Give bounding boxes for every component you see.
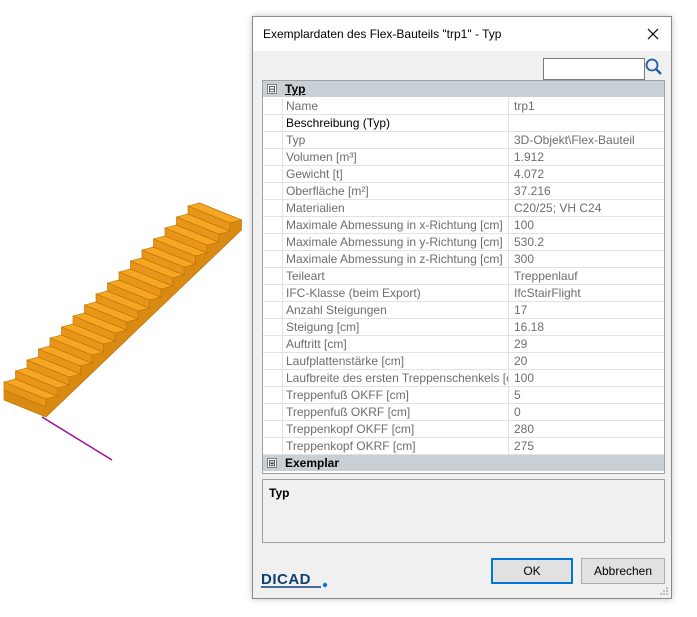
property-value[interactable]: 1.912	[508, 149, 664, 165]
property-value[interactable]: 3D-Objekt\Flex-Bauteil	[508, 132, 664, 148]
property-name: Treppenkopf OKFF [cm]	[282, 421, 508, 437]
property-name: Treppenfuß OKRF [cm]	[282, 404, 508, 420]
property-name: IFC-Klasse (beim Export)	[282, 285, 508, 301]
property-row[interactable]: Laufbreite des ersten Treppenschenkels […	[263, 370, 664, 387]
section-exemplar[interactable]: ⊞ Exemplar	[263, 455, 664, 471]
property-value[interactable]	[508, 115, 664, 131]
search-input[interactable]	[543, 58, 645, 80]
property-name: Volumen [m³]	[282, 149, 508, 165]
properties-dialog: Exemplardaten des Flex-Bauteils "trp1" -…	[252, 16, 672, 599]
property-row[interactable]: IFC-Klasse (beim Export) IfcStairFlight	[263, 285, 664, 302]
property-name: Materialien	[282, 200, 508, 216]
property-row[interactable]: Oberfläche [m²] 37.216	[263, 183, 664, 200]
property-value[interactable]: IfcStairFlight	[508, 285, 664, 301]
property-name: Maximale Abmessung in x-Richtung [cm]	[282, 217, 508, 233]
property-name: Anzahl Steigungen	[282, 302, 508, 318]
resize-grip-icon[interactable]	[659, 586, 669, 596]
property-name: Typ	[282, 132, 508, 148]
property-row[interactable]: Volumen [m³] 1.912	[263, 149, 664, 166]
property-row[interactable]: Auftritt [cm] 29	[263, 336, 664, 353]
property-name: Auftritt [cm]	[282, 336, 508, 352]
property-value[interactable]: 5	[508, 387, 664, 403]
property-name: Maximale Abmessung in z-Richtung [cm]	[282, 251, 508, 267]
property-row[interactable]: Treppenfuß OKFF [cm] 5	[263, 387, 664, 404]
property-row[interactable]: Beschreibung (Typ)	[263, 115, 664, 132]
property-row[interactable]: Name trp1	[263, 98, 664, 115]
property-row[interactable]: Maximale Abmessung in x-Richtung [cm] 100	[263, 217, 664, 234]
axis-line	[41, 416, 113, 461]
property-row[interactable]: Materialien C20/25; VH C24	[263, 200, 664, 217]
property-value[interactable]: 20	[508, 353, 664, 369]
property-name: Steigung [cm]	[282, 319, 508, 335]
section-label: Exemplar	[285, 456, 340, 470]
property-value[interactable]: 280	[508, 421, 664, 437]
close-button[interactable]	[635, 17, 671, 51]
stair-3d-view[interactable]	[0, 140, 250, 470]
collapse-icon[interactable]: ⊟	[267, 84, 277, 94]
search-button[interactable]	[644, 57, 664, 77]
close-icon	[647, 28, 659, 40]
property-row[interactable]: Treppenkopf OKFF [cm] 280	[263, 421, 664, 438]
expand-icon[interactable]: ⊞	[267, 458, 277, 468]
property-name: Treppenkopf OKRF [cm]	[282, 438, 508, 454]
property-name: Laufplattenstärke [cm]	[282, 353, 508, 369]
property-row[interactable]: Anzahl Steigungen 17	[263, 302, 664, 319]
section-label: Typ	[285, 82, 306, 96]
property-name: Name	[282, 98, 508, 114]
property-value[interactable]: 100	[508, 370, 664, 386]
property-value[interactable]: C20/25; VH C24	[508, 200, 664, 216]
search-icon	[645, 58, 662, 75]
property-name: Maximale Abmessung in y-Richtung [cm]	[282, 234, 508, 250]
description-panel: Typ	[262, 479, 665, 543]
property-rows: Name trp1 Beschreibung (Typ) Typ 3D-Objekt\F…	[263, 98, 664, 455]
cancel-button[interactable]: Abbrechen	[581, 558, 665, 584]
property-row[interactable]: Typ 3D-Objekt\Flex-Bauteil	[263, 132, 664, 149]
logo-text: DICAD	[261, 571, 311, 588]
property-name: Oberfläche [m²]	[282, 183, 508, 199]
property-value[interactable]: Treppenlauf	[508, 268, 664, 284]
ok-button[interactable]: OK	[491, 558, 573, 584]
property-row[interactable]: Maximale Abmessung in z-Richtung [cm] 300	[263, 251, 664, 268]
property-value[interactable]: trp1	[508, 98, 664, 114]
title-bar: Exemplardaten des Flex-Bauteils "trp1" -…	[253, 17, 671, 51]
property-value[interactable]: 16.18	[508, 319, 664, 335]
dicad-logo: DICAD	[261, 571, 328, 588]
property-value[interactable]: 17	[508, 302, 664, 318]
property-row[interactable]: Laufplattenstärke [cm] 20	[263, 353, 664, 370]
property-row[interactable]: Treppenkopf OKRF [cm] 275	[263, 438, 664, 455]
property-value[interactable]: 530.2	[508, 234, 664, 250]
property-row[interactable]: Maximale Abmessung in y-Richtung [cm] 530…	[263, 234, 664, 251]
property-value[interactable]: 100	[508, 217, 664, 233]
description-title: Typ	[269, 486, 290, 500]
property-row[interactable]: Teileart Treppenlauf	[263, 268, 664, 285]
property-value[interactable]: 29	[508, 336, 664, 352]
property-row[interactable]: Steigung [cm] 16.18	[263, 319, 664, 336]
property-row[interactable]: Gewicht [t] 4.072	[263, 166, 664, 183]
property-name: Treppenfuß OKFF [cm]	[282, 387, 508, 403]
property-name: Beschreibung (Typ)	[282, 115, 508, 131]
property-name: Teileart	[282, 268, 508, 284]
property-value[interactable]: 0	[508, 404, 664, 420]
property-value[interactable]: 4.072	[508, 166, 664, 182]
property-value[interactable]: 275	[508, 438, 664, 454]
property-name: Laufbreite des ersten Treppenschenkels […	[282, 370, 508, 386]
property-grid: ⊟ Typ Name trp1 Beschreibung (Typ) Typ 3D-Ob…	[262, 80, 665, 474]
dialog-title: Exemplardaten des Flex-Bauteils "trp1" -…	[263, 27, 502, 41]
property-name: Gewicht [t]	[282, 166, 508, 182]
section-typ[interactable]: ⊟ Typ	[263, 81, 664, 97]
property-row[interactable]: Treppenfuß OKRF [cm] 0	[263, 404, 664, 421]
property-value[interactable]: 37.216	[508, 183, 664, 199]
property-value[interactable]: 300	[508, 251, 664, 267]
